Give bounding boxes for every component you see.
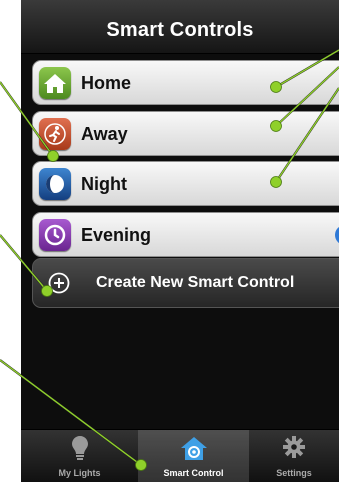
tab-smart-control[interactable]: Smart Control xyxy=(138,430,249,482)
create-smart-control-button[interactable]: Create New Smart Control xyxy=(32,258,339,308)
page-title: Smart Controls xyxy=(106,19,254,41)
tab-settings[interactable]: Settings xyxy=(249,430,339,482)
lightbulb-icon xyxy=(71,436,88,460)
tab-label: Smart Control xyxy=(163,468,224,478)
gear-icon xyxy=(283,436,305,458)
running-person-icon xyxy=(39,118,71,150)
smart-control-label: Evening xyxy=(81,225,152,245)
add-circle-icon xyxy=(48,272,70,294)
app-screen: Smart Controls Home Away Night Evening C… xyxy=(21,0,339,482)
smart-control-label: Home xyxy=(81,73,132,93)
tab-bar: My Lights Smart Control Settings xyxy=(21,429,339,482)
smart-control-home[interactable]: Home xyxy=(32,60,339,105)
smart-control-night[interactable]: Night xyxy=(32,161,339,206)
smart-control-label: Away xyxy=(81,124,128,144)
tab-label: Settings xyxy=(276,468,312,478)
smart-control-label: Night xyxy=(81,174,127,194)
navigation-bar: Smart Controls xyxy=(21,0,339,54)
clock-icon xyxy=(39,219,71,251)
smart-home-icon xyxy=(180,437,207,460)
disclosure-chevron-icon[interactable]: › xyxy=(335,225,339,245)
home-icon xyxy=(39,67,71,99)
tab-my-lights[interactable]: My Lights xyxy=(21,430,138,482)
smart-control-away[interactable]: Away xyxy=(32,111,339,156)
smart-control-evening[interactable]: Evening › xyxy=(32,212,339,257)
moon-icon xyxy=(39,168,71,200)
tab-label: My Lights xyxy=(58,468,101,478)
create-smart-control-label: Create New Smart Control xyxy=(96,274,295,291)
